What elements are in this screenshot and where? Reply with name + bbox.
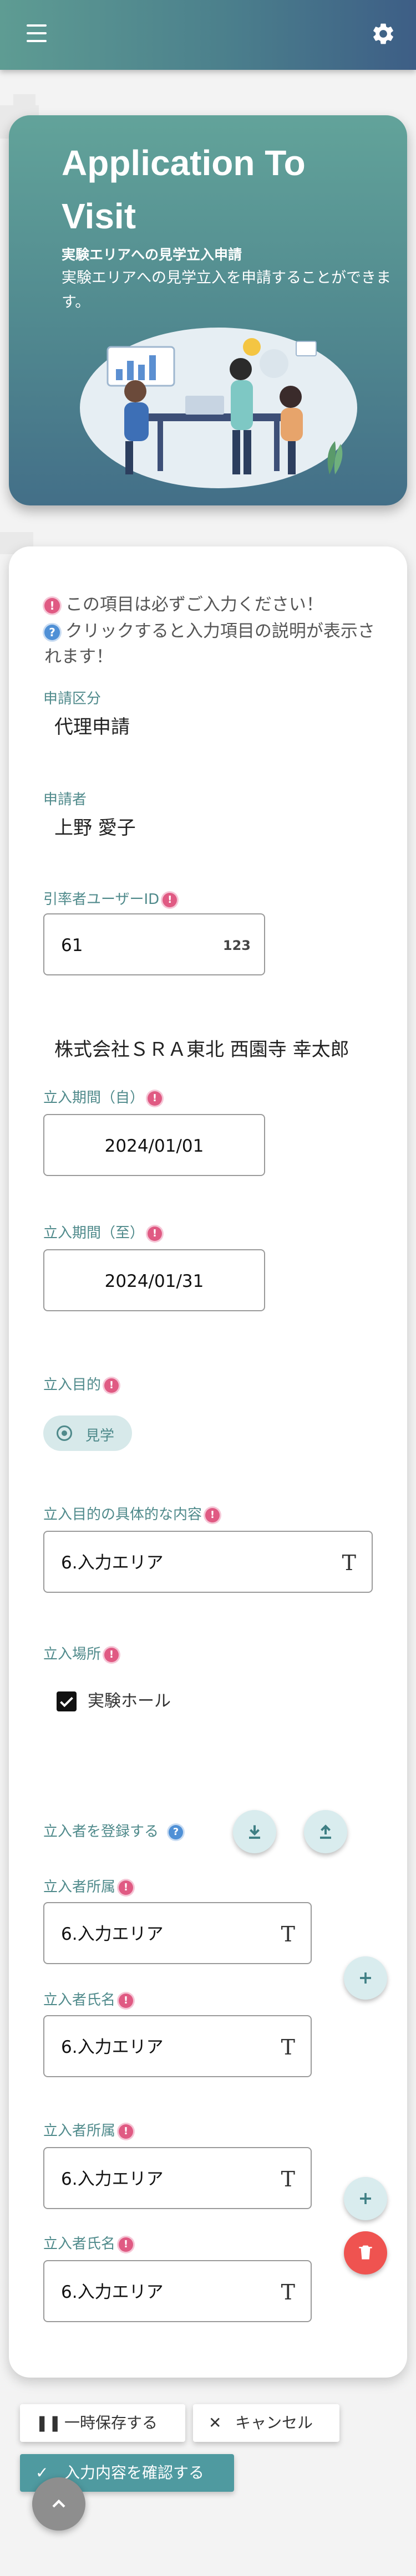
leader-name-value: 株式会社ＳＲＡ東北 西園寺 幸太郎 <box>54 1039 349 1061</box>
application-form: ! この項目は必ずご入力ください！ ? クリックすると入力項目の説明が表示されま… <box>9 546 407 2378</box>
delete-visitor-button[interactable] <box>344 2231 387 2275</box>
required-icon: ! <box>104 1378 119 1393</box>
download-icon <box>249 1825 260 1839</box>
number-icon: 123 <box>222 938 251 953</box>
period-from-label: 立入期間（自）! <box>43 1088 163 1107</box>
team-meeting-illustration <box>80 328 357 488</box>
required-icon: ! <box>44 597 60 614</box>
place-label: 立入場所! <box>43 1645 119 1664</box>
decoration <box>13 94 35 111</box>
page-title: Application To Visit <box>62 143 306 236</box>
chevron-up-icon <box>52 2499 65 2508</box>
applicant-label: 申請者 <box>43 791 87 808</box>
menu-icon <box>27 24 47 27</box>
menu-icon <box>27 32 47 34</box>
visitor-name-input[interactable]: 6.入力エリア T <box>43 2260 312 2322</box>
period-to-label: 立入期間（至）! <box>43 1224 163 1243</box>
page-subtitle: 実験エリアへの見学立入申請 <box>62 247 242 263</box>
download-button[interactable] <box>233 1810 276 1853</box>
text-format-icon: T <box>281 1922 295 1946</box>
radio-checked-icon <box>57 1425 72 1441</box>
place-checkbox[interactable] <box>57 1691 77 1711</box>
hero-banner: Application To Visit 実験エリアへの見学立入申請 実験エリア… <box>9 115 407 505</box>
register-visitors-label: 立入者を登録する? <box>43 1822 184 1841</box>
add-visitor-button[interactable] <box>344 1956 387 2000</box>
plus-icon <box>360 1972 371 1984</box>
applicant-value: 上野 愛子 <box>54 817 136 839</box>
scroll-to-top-button[interactable] <box>32 2477 85 2531</box>
pause-icon: ❚❚ <box>35 2414 62 2432</box>
place-option-label: 実験ホール <box>88 1691 171 1711</box>
gear-icon <box>373 23 393 44</box>
required-icon: ! <box>119 2124 134 2139</box>
visitor-name-label: 立入者氏名! <box>43 1991 134 2010</box>
purpose-radio-visit[interactable]: 見学 <box>43 1415 132 1451</box>
upload-button[interactable] <box>304 1810 347 1853</box>
trash-icon <box>359 2245 372 2260</box>
cancel-button[interactable]: ✕ キャンセル <box>193 2404 339 2442</box>
application-type-label: 申請区分 <box>43 691 102 707</box>
visitor-name-input[interactable]: 6.入力エリア T <box>43 2015 312 2077</box>
required-icon: ! <box>148 1226 163 1241</box>
visitor-affiliation-label: 立入者所属! <box>43 1878 134 1897</box>
period-to-input[interactable]: 2024/01/31 <box>43 1249 265 1311</box>
purpose-detail-input[interactable]: 6.入力エリア T <box>43 1531 373 1593</box>
required-icon: ! <box>205 1507 220 1522</box>
text-format-icon: T <box>342 1551 356 1575</box>
plus-icon <box>360 2193 371 2204</box>
menu-icon <box>27 40 47 42</box>
app-bar <box>0 0 416 70</box>
application-type-value: 代理申請 <box>54 716 130 738</box>
help-icon: ? <box>44 624 60 640</box>
text-format-icon: T <box>281 2035 295 2059</box>
text-format-icon: T <box>281 2280 295 2304</box>
save-draft-button[interactable]: ❚❚ 一時保存する <box>20 2404 185 2442</box>
purpose-label: 立入目的! <box>43 1376 119 1394</box>
required-icon: ! <box>119 2237 134 2252</box>
close-icon: ✕ <box>209 2414 222 2432</box>
required-icon: ! <box>163 892 177 907</box>
visitor-affiliation-input[interactable]: 6.入力エリア T <box>43 1902 312 1964</box>
visitor-affiliation-label: 立入者所属! <box>43 2122 134 2140</box>
purpose-detail-label: 立入目的の具体的な内容! <box>43 1505 220 1524</box>
settings-button[interactable] <box>371 21 396 47</box>
period-from-input[interactable]: 2024/01/01 <box>43 1114 265 1176</box>
required-icon: ! <box>148 1091 163 1106</box>
visitor-affiliation-input[interactable]: 6.入力エリア T <box>43 2147 312 2209</box>
required-icon: ! <box>104 1647 119 1662</box>
check-icon <box>60 1696 73 1708</box>
required-icon: ! <box>119 1880 134 1895</box>
leader-id-label: 引率者ユーザーID! <box>43 890 177 909</box>
visitor-name-label: 立入者氏名! <box>43 2235 134 2253</box>
help-icon[interactable]: ? <box>169 1824 184 1839</box>
leader-id-input[interactable]: 61 123 <box>43 913 265 975</box>
add-visitor-button[interactable] <box>344 2177 387 2220</box>
upload-icon <box>320 1824 331 1839</box>
required-note: ! この項目は必ずご入力ください！ <box>44 592 388 617</box>
page-description: 実験エリアへの見学立入を申請することができます。 <box>62 269 391 311</box>
menu-button[interactable] <box>27 24 48 43</box>
required-icon: ! <box>119 1993 134 2008</box>
help-note: ? クリックすると入力項目の説明が表示されます！ <box>44 621 375 667</box>
text-format-icon: T <box>281 2167 295 2191</box>
